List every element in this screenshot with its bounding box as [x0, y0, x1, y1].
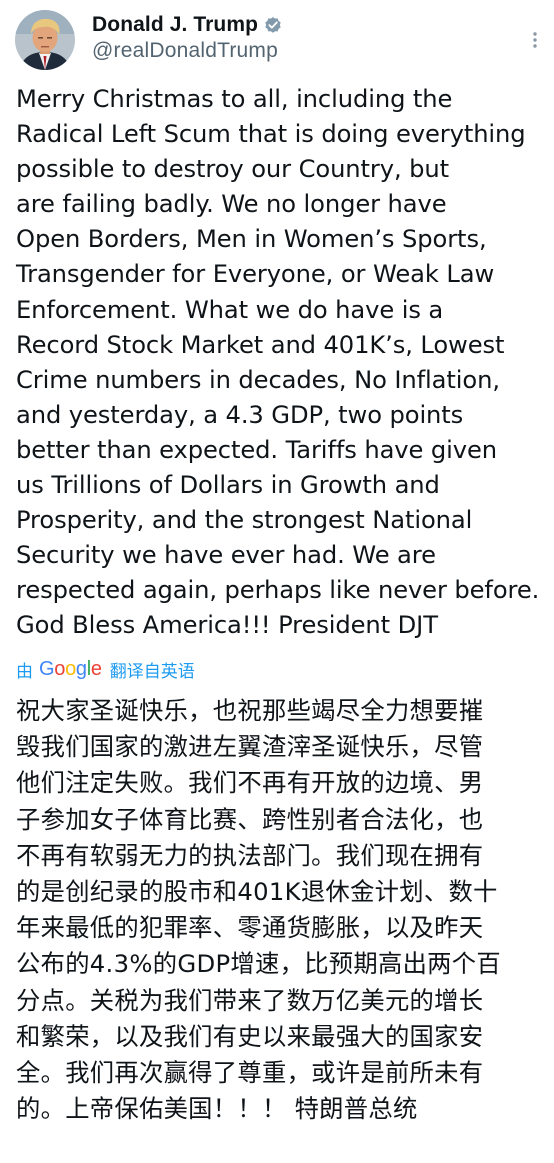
post-header: Donald J. Trump @realDonaldTrump	[15, 10, 545, 74]
post-text: Merry Christmas to all, including the Ra…	[16, 85, 540, 640]
google-logo-letter: g	[75, 657, 87, 680]
google-logo-letter: o	[54, 657, 66, 680]
author-names: Donald J. Trump @realDonaldTrump	[92, 12, 283, 63]
user-handle[interactable]: @realDonaldTrump	[92, 39, 283, 63]
verified-badge-icon[interactable]	[263, 15, 283, 35]
display-name[interactable]: Donald J. Trump	[92, 13, 258, 37]
google-logo-letter: e	[90, 657, 102, 680]
avatar[interactable]	[15, 10, 75, 70]
translate-attribution[interactable]: 由 Google 翻译自英语	[16, 656, 195, 682]
translated-text: 祝大家圣诞快乐，也祝那些竭尽全力想要摧 毁我们国家的激进左翼渣滓圣诞快乐，尽管 …	[16, 696, 501, 1124]
google-logo-letter: G	[39, 657, 55, 680]
display-name-row: Donald J. Trump	[92, 12, 283, 38]
more-vertical-icon[interactable]	[525, 28, 545, 52]
translate-suffix: 翻译自英语	[109, 661, 195, 682]
google-logo: Google	[39, 658, 102, 681]
translate-prefix: 由	[16, 661, 33, 682]
profile-photo	[15, 10, 75, 70]
google-logo-letter: o	[65, 657, 76, 680]
